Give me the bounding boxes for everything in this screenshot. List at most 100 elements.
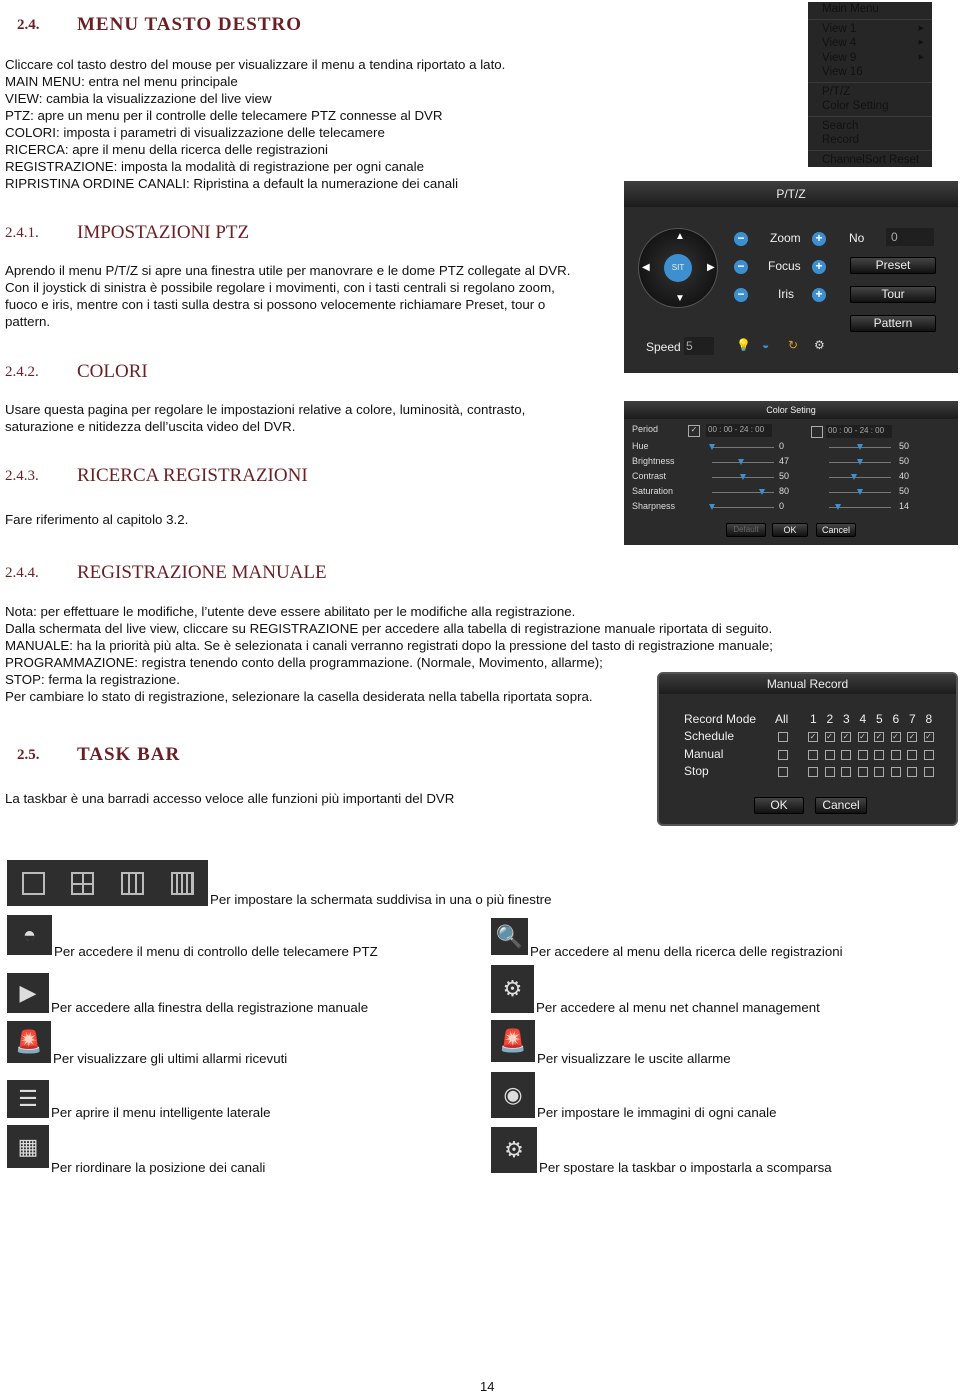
channel-checkbox[interactable] [923, 749, 934, 760]
channel-checkbox[interactable] [890, 749, 901, 760]
channel-reorder-icon[interactable]: ▦ [7, 1125, 49, 1168]
menu-item-main-menu[interactable]: Main Menu [822, 2, 932, 17]
rotate-icon[interactable]: ↻ [788, 338, 798, 352]
taskbar-settings-icon[interactable]: ⚙ [491, 1127, 537, 1173]
pattern-button[interactable]: Pattern [850, 315, 936, 332]
arrow-right-icon[interactable]: ▶ [707, 262, 715, 273]
all-checkbox[interactable] [778, 732, 788, 742]
contrast-slider[interactable] [829, 474, 891, 480]
ok-button[interactable]: OK [772, 523, 808, 537]
ptz-camera-icon[interactable]: ◓ [7, 915, 52, 955]
saturation-slider[interactable] [829, 489, 891, 495]
channel-checkbox[interactable]: ✓ [874, 732, 884, 742]
slider-thumb[interactable] [758, 489, 765, 495]
preset-button[interactable]: Preset [850, 257, 936, 274]
slider-thumb[interactable] [738, 459, 745, 465]
channel-checkbox[interactable]: ✓ [841, 732, 851, 742]
alarm-siren-icon[interactable]: 🚨 [7, 1021, 51, 1063]
sharpness-slider[interactable] [709, 504, 774, 510]
channel-checkbox[interactable]: ✓ [890, 732, 901, 742]
contrast-slider[interactable] [712, 474, 774, 480]
cancel-button[interactable]: Cancel [816, 523, 856, 537]
all-checkbox[interactable] [778, 767, 788, 777]
channel-checkbox[interactable] [923, 767, 934, 777]
focus-plus-icon[interactable]: + [812, 260, 826, 274]
all-checkbox[interactable] [778, 749, 788, 760]
ptz-joystick[interactable]: ▲ ▼ ◀ ▶ SIT [638, 228, 718, 308]
view-9-icon[interactable] [121, 872, 144, 895]
period2-checkbox[interactable] [811, 426, 823, 438]
period1-input[interactable]: 00 : 00 - 24 : 00 [706, 424, 772, 437]
slider-thumb[interactable] [834, 504, 841, 510]
brightness-slider[interactable] [712, 459, 774, 465]
slider-thumb[interactable] [857, 459, 863, 465]
arrow-down-icon[interactable]: ▼ [675, 293, 685, 304]
slider-thumb[interactable] [857, 489, 863, 495]
zoom-plus-icon[interactable]: + [812, 232, 826, 246]
channel-checkbox[interactable] [808, 749, 818, 760]
menu-item-color-setting[interactable]: Color Setting [822, 99, 932, 114]
view-16-icon[interactable] [171, 872, 194, 895]
channel-checkbox[interactable]: ✓ [808, 732, 818, 742]
iris-minus-icon[interactable]: − [734, 288, 748, 302]
tour-button[interactable]: Tour [850, 286, 936, 303]
slider-thumb[interactable] [857, 444, 863, 450]
focus-minus-icon[interactable]: − [734, 260, 748, 274]
hue-slider[interactable] [709, 444, 774, 450]
slider-thumb[interactable] [850, 474, 857, 480]
channel-checkbox[interactable] [890, 767, 901, 777]
channel-checkbox[interactable] [907, 749, 917, 760]
channel-checkbox[interactable] [841, 749, 851, 760]
channel-checkbox[interactable]: ✓ [907, 732, 917, 742]
slider-thumb[interactable] [740, 474, 746, 480]
sharpness-slider[interactable] [829, 504, 891, 510]
period2-input[interactable]: 00 : 00 - 24 : 00 [826, 425, 892, 438]
menu-item-view-9[interactable]: View 9 ▶ [822, 51, 932, 66]
channel-checkbox[interactable]: ✓ [824, 732, 835, 742]
channel-checkbox[interactable]: ✓ [923, 732, 934, 742]
channel-checkbox[interactable] [824, 767, 835, 777]
brightness-slider[interactable] [829, 459, 891, 465]
menu-item-view-16[interactable]: View 16 [822, 65, 932, 80]
zoom-minus-icon[interactable]: − [734, 232, 748, 246]
speed-input[interactable]: 5 [684, 337, 714, 355]
settings-gear-icon[interactable]: ⚙ [814, 338, 825, 352]
menu-item-channelsort-reset[interactable]: ChannelSort Reset [822, 153, 932, 168]
record-clapper-icon[interactable]: ▶ [7, 973, 49, 1013]
saturation-slider[interactable] [712, 489, 774, 495]
alarm-output-icon[interactable]: 🚨 [491, 1020, 535, 1062]
cancel-button[interactable]: Cancel [815, 797, 867, 814]
channel-checkbox[interactable] [841, 767, 851, 777]
net-channel-gear-icon[interactable]: ⚙ [491, 965, 534, 1013]
arrow-left-icon[interactable]: ◀ [642, 262, 650, 273]
channel-checkbox[interactable] [874, 767, 884, 777]
channel-checkbox[interactable] [808, 767, 818, 777]
channel-checkbox[interactable]: ✓ [857, 732, 868, 742]
period1-checkbox[interactable]: ✓ [688, 425, 700, 437]
default-button[interactable]: Default [726, 523, 766, 537]
wiper-icon[interactable]: ◒ [762, 338, 769, 352]
menu-item-ptz[interactable]: P/T/Z [822, 85, 932, 100]
channel-checkbox[interactable] [824, 749, 835, 760]
ok-button[interactable]: OK [754, 797, 804, 814]
iris-plus-icon[interactable]: + [812, 288, 826, 302]
channel-checkbox[interactable] [874, 749, 884, 760]
hue-slider[interactable] [829, 444, 891, 450]
channel-checkbox[interactable] [907, 767, 917, 777]
light-icon[interactable]: 💡 [736, 338, 751, 352]
ptz-center-button[interactable]: SIT [664, 254, 692, 282]
color-lens-icon[interactable]: ◉ [491, 1072, 535, 1118]
slider-thumb[interactable] [709, 504, 715, 510]
menu-item-record[interactable]: Record [822, 133, 932, 148]
menu-item-search[interactable]: Search [822, 119, 932, 134]
channel-checkbox[interactable] [857, 767, 868, 777]
slider-thumb[interactable] [709, 444, 715, 450]
menu-item-view-1[interactable]: View 1 ▶ [822, 22, 932, 37]
menu-item-view-4[interactable]: View 4 ▶ [822, 36, 932, 51]
channel-checkbox[interactable] [857, 749, 868, 760]
view-1-icon[interactable] [22, 872, 45, 895]
view-4-icon[interactable] [71, 872, 94, 895]
search-playback-icon[interactable]: 🔍 [491, 918, 528, 955]
preset-number-input[interactable]: 0 [886, 228, 934, 246]
smart-menu-icon[interactable]: ☰ [7, 1080, 49, 1118]
